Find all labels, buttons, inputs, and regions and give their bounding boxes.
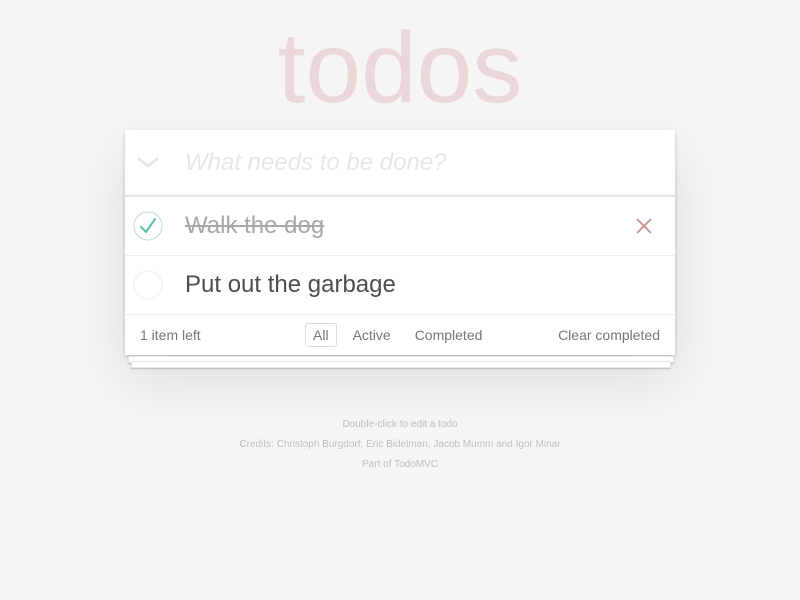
filter-active[interactable]: Active bbox=[345, 323, 399, 347]
todo-label[interactable]: Walk the dog bbox=[185, 197, 324, 255]
todo-toggle-checkbox[interactable] bbox=[133, 211, 163, 241]
todo-app: Walk the dog Put out the garbage 1 item … bbox=[125, 130, 675, 355]
filter-item: Active bbox=[345, 323, 399, 347]
chevron-down-icon bbox=[137, 157, 158, 167]
info-footer: Double-click to edit a todo Credits: Chr… bbox=[0, 415, 800, 475]
edit-hint: Double-click to edit a todo bbox=[342, 419, 458, 430]
toggle-all-button[interactable] bbox=[125, 130, 170, 195]
stack-shadow bbox=[131, 361, 671, 368]
filters: All Active Completed bbox=[305, 323, 490, 347]
filter-item: All bbox=[305, 323, 337, 347]
todo-toggle-checkbox[interactable] bbox=[133, 270, 163, 300]
todo-header bbox=[125, 130, 675, 196]
todo-item: Put out the garbage bbox=[125, 256, 675, 315]
filter-item: Completed bbox=[407, 323, 491, 347]
todo-list: Walk the dog Put out the garbage bbox=[125, 196, 675, 315]
part-of-todomvc: Part of TodoMVC bbox=[362, 459, 438, 470]
close-icon[interactable] bbox=[633, 211, 655, 241]
todo-footer: 1 item left All Active Completed Clear c… bbox=[125, 315, 675, 355]
credits: Credits: Christoph Burgdorf, Eric Bidelm… bbox=[239, 439, 561, 450]
filter-completed[interactable]: Completed bbox=[407, 323, 491, 347]
clear-completed-button[interactable]: Clear completed bbox=[558, 315, 660, 355]
app-title: todos bbox=[277, 12, 523, 124]
todo-item: Walk the dog bbox=[125, 197, 675, 256]
todo-count: 1 item left bbox=[140, 327, 201, 343]
new-todo-input[interactable] bbox=[185, 130, 655, 195]
todo-label[interactable]: Put out the garbage bbox=[185, 256, 396, 314]
filter-all[interactable]: All bbox=[305, 323, 337, 347]
check-icon bbox=[140, 218, 156, 233]
